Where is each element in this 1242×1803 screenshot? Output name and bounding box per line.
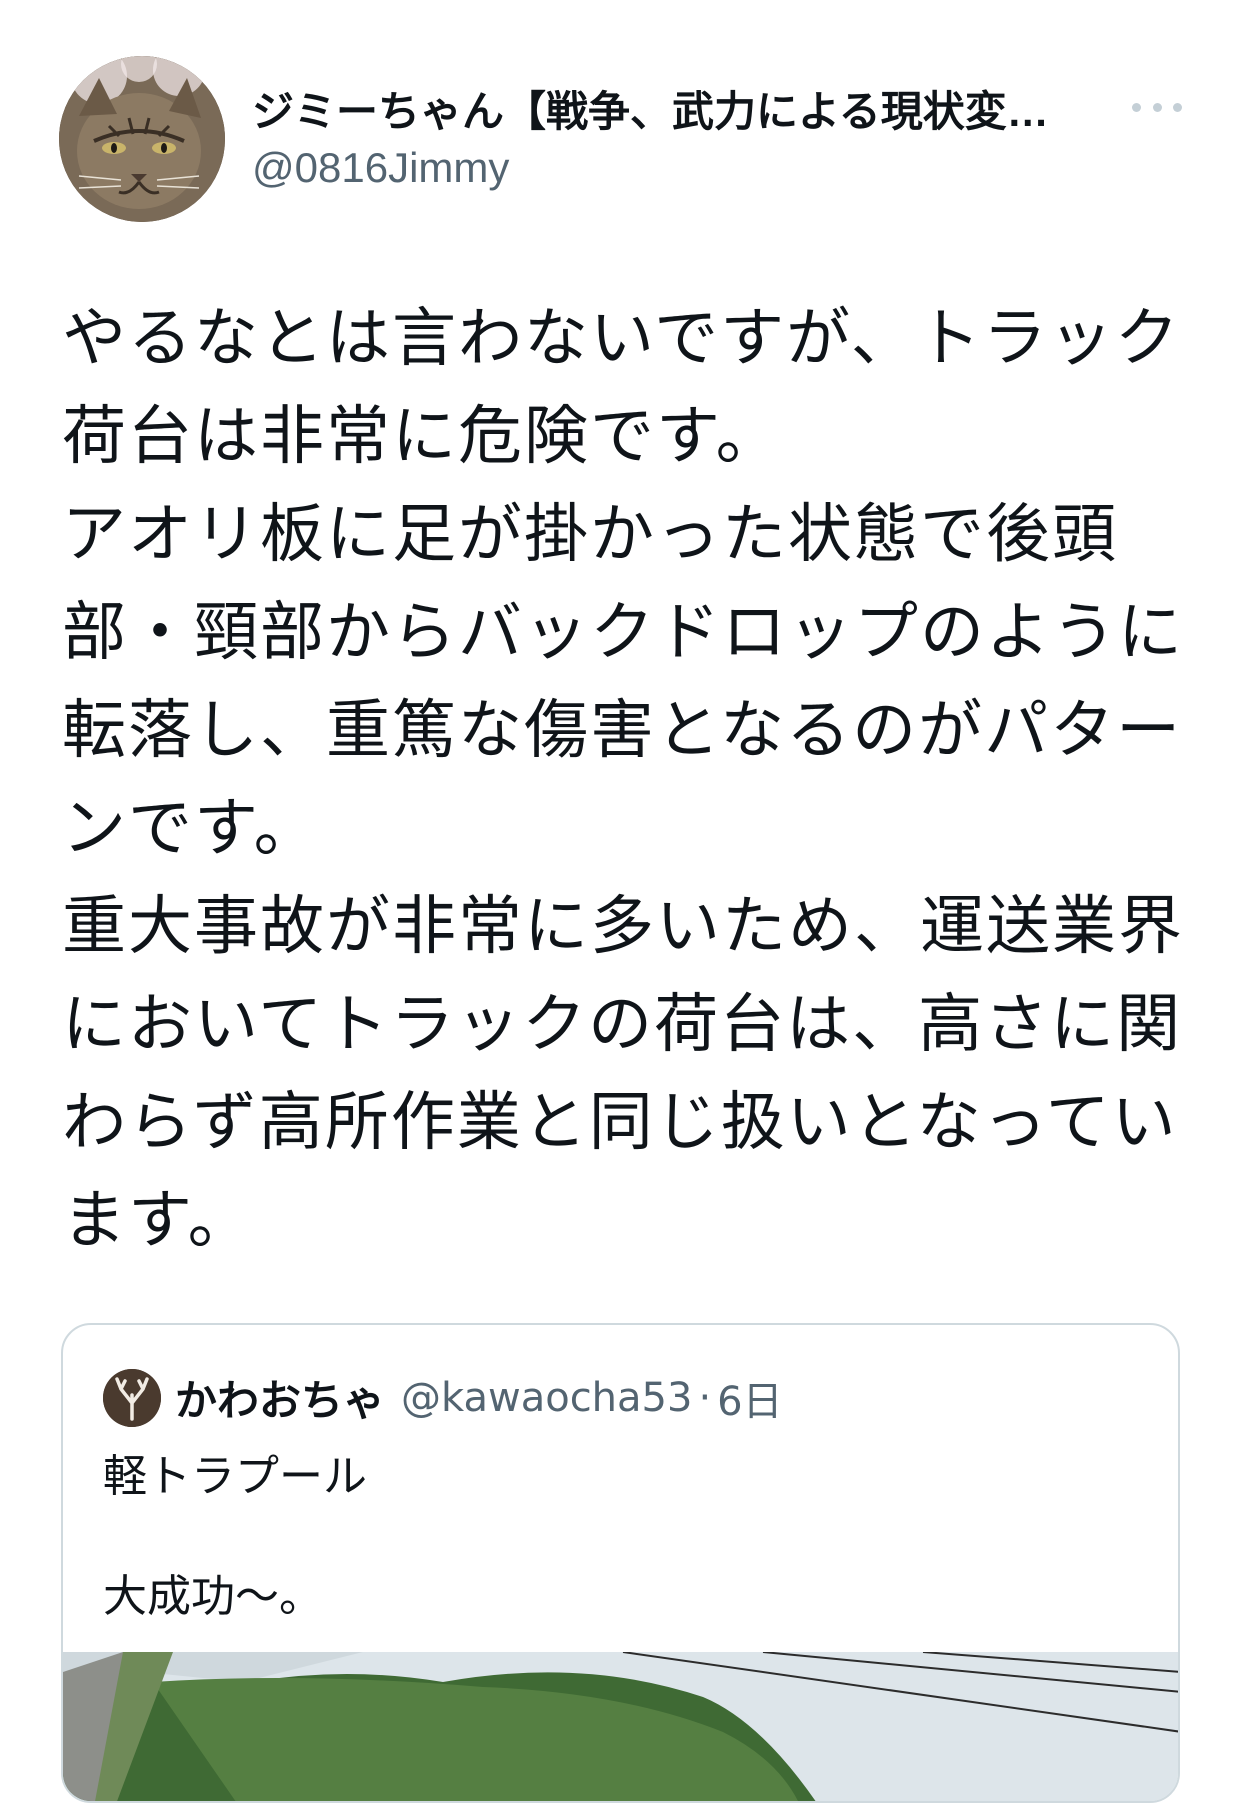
tweet-line: 転落し、重篤な傷害となるのがパター	[62, 694, 1183, 768]
quote-author-handle[interactable]: @kawaocha53	[401, 1375, 692, 1421]
more-dots-icon[interactable]	[1132, 92, 1182, 122]
quoted-tweet-text: 軽トラプール 大成功〜。	[103, 1447, 367, 1627]
tweet-line: 荷台は非常に危険です。	[62, 400, 782, 474]
quote-line	[103, 1507, 367, 1567]
cat-avatar-image	[59, 56, 225, 222]
antler-logo-avatar	[103, 1368, 161, 1427]
tweet-line: わらず高所作業と同じ扱いとなってい	[62, 1086, 1178, 1160]
author-display-name[interactable]: ジミーちゃん【戦争、武力による現状変…	[252, 78, 1112, 139]
quote-line: 大成功〜。	[103, 1571, 323, 1622]
dot	[1132, 102, 1141, 112]
author-handle[interactable]: @0816Jimmy	[252, 144, 509, 192]
tweet-line: ます。	[62, 1184, 254, 1258]
quote-separator: ·	[698, 1374, 712, 1421]
quote-timestamp[interactable]: 6日	[717, 1369, 782, 1427]
quoted-tweet-photo[interactable]	[63, 1652, 1178, 1801]
dot	[1152, 102, 1162, 112]
tweet-line: においてトラックの荷台は、高さに関	[62, 988, 1183, 1062]
tweet-line: 重大事故が非常に多いため、運送業界	[62, 890, 1184, 964]
quote-author-name[interactable]: かわおちゃ	[175, 1367, 385, 1428]
tweet-text: やるなとは言わないですが、トラック 荷台は非常に危険です。 アオリ板に足が掛かっ…	[62, 290, 1184, 1270]
dot	[1173, 102, 1182, 112]
quote-line: 軽トラプール	[103, 1451, 367, 1502]
tweet-line: アオリ板に足が掛かった状態で後頭	[62, 498, 1118, 572]
author-name-row: ジミーちゃん【戦争、武力による現状変…	[252, 78, 1112, 138]
tweet-line: ンです。	[62, 792, 320, 866]
landscape-photo	[63, 1652, 1178, 1801]
author-avatar[interactable]	[59, 56, 225, 222]
tweet-line: 部・頸部からバックドロップのように	[62, 596, 1184, 670]
quote-author-avatar[interactable]	[103, 1368, 161, 1427]
tweet-line: やるなとは言わないですが、トラック	[62, 302, 1181, 376]
quoted-tweet-header: かわおちゃ @kawaocha53 · 6日	[103, 1367, 783, 1428]
quoted-tweet-card[interactable]: かわおちゃ @kawaocha53 · 6日 軽トラプール 大成功〜。	[61, 1323, 1180, 1803]
